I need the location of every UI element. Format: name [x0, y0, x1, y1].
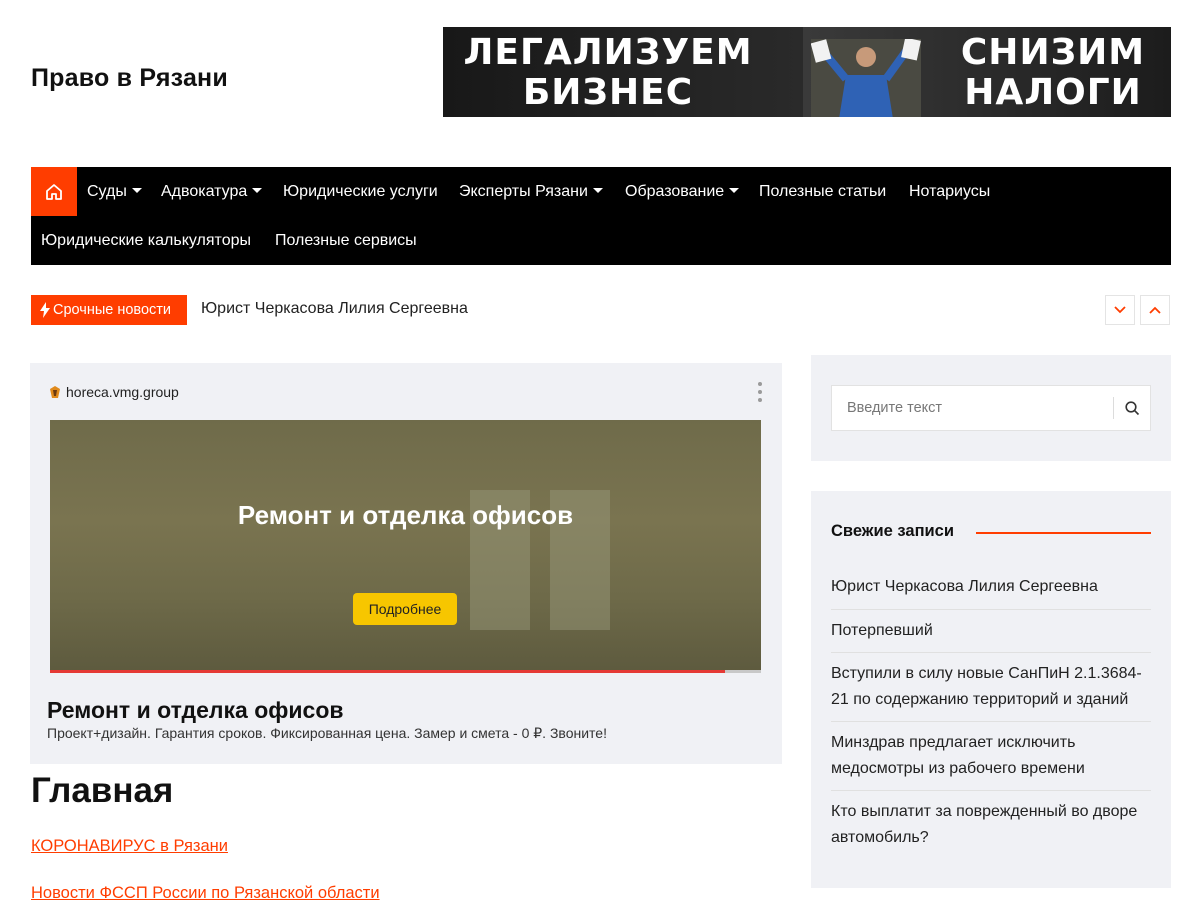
banner-person-image: [811, 39, 921, 117]
nav-item-services[interactable]: Полезные сервисы: [275, 216, 417, 265]
recent-post-item[interactable]: Потерпевший: [831, 610, 1151, 653]
ticker-next-button[interactable]: [1105, 295, 1135, 325]
ad-banner[interactable]: ЛЕГАЛИЗУЕМ БИЗНЕС СНИЗИМ НАЛОГИ: [443, 27, 1171, 117]
chevron-down-icon: [729, 188, 740, 193]
ad-image-heading: Ремонт и отделка офисов: [237, 500, 574, 530]
banner-right-text: СНИЗИМ НАЛОГИ: [960, 32, 1146, 113]
advertiser-logo-icon: [50, 386, 60, 398]
recent-post-item[interactable]: Вступили в силу новые СанПиН 2.1.3684-21…: [831, 653, 1151, 722]
nav-item-useful-articles[interactable]: Полезные статьи: [759, 167, 886, 216]
chevron-down-icon: [252, 188, 263, 193]
main-navigation: Суды Адвокатура Юридические услуги Экспе…: [31, 167, 1171, 265]
search-input[interactable]: [832, 386, 1112, 430]
home-icon: [46, 183, 62, 200]
search-button[interactable]: [1114, 386, 1151, 430]
chevron-down-icon: [592, 188, 603, 193]
nav-item-education[interactable]: Образование: [625, 167, 740, 216]
recent-posts-widget: Свежие записи Юрист Черкасова Лилия Серг…: [811, 491, 1171, 888]
nav-item-calculators[interactable]: Юридические калькуляторы: [41, 216, 251, 265]
chevron-up-icon: [1149, 306, 1161, 314]
recent-post-item[interactable]: Минздрав предлагает исключить медосмотры…: [831, 722, 1151, 791]
link-coronavirus[interactable]: КОРОНАВИРУС в Рязани: [31, 837, 228, 856]
lightning-icon: [40, 302, 50, 318]
nav-item-legal-services[interactable]: Юридические услуги: [283, 167, 438, 216]
recent-post-item[interactable]: Юрист Черкасова Лилия Сергеевна: [831, 566, 1151, 610]
ad-progress-fill: [50, 670, 726, 673]
chevron-down-icon: [1114, 306, 1126, 314]
recent-post-item[interactable]: Кто выплатит за поврежденный во дворе ав…: [831, 791, 1151, 859]
ticker-prev-button[interactable]: [1140, 295, 1170, 325]
search-icon: [1125, 400, 1140, 415]
nav-home-button[interactable]: [31, 167, 77, 216]
ad-more-options-icon[interactable]: [758, 382, 764, 406]
breaking-news-label: Срочные новости: [31, 295, 187, 325]
banner-left-text: ЛЕГАЛИЗУЕМ БИЗНЕС: [463, 32, 753, 113]
site-title[interactable]: Право в Рязани: [31, 64, 228, 93]
title-underline: [976, 532, 1151, 534]
search-box: [831, 385, 1151, 431]
ad-image[interactable]: Ремонт и отделка офисов Подробнее: [50, 420, 761, 673]
ad-headline[interactable]: Ремонт и отделка офисов: [47, 697, 344, 724]
breaking-news-item[interactable]: Юрист Черкасова Лилия Сергеевна: [201, 300, 468, 318]
ad-domain[interactable]: horeca.vmg.group: [48, 384, 179, 400]
search-widget: [811, 355, 1171, 461]
link-fssp-news[interactable]: Новости ФССП России по Рязанской области: [31, 884, 380, 900]
ad-progress-bar: [50, 670, 761, 673]
nav-item-sudy[interactable]: Суды: [87, 167, 142, 216]
recent-posts-title: Свежие записи: [831, 522, 954, 540]
nav-item-notaries[interactable]: Нотариусы: [909, 167, 990, 216]
chevron-down-icon: [131, 188, 142, 193]
ad-block[interactable]: horeca.vmg.group Ремонт и отделка офисов…: [30, 363, 782, 764]
nav-item-experts[interactable]: Эксперты Рязани: [459, 167, 603, 216]
nav-item-advokatura[interactable]: Адвокатура: [161, 167, 263, 216]
ad-more-button[interactable]: Подробнее: [353, 593, 457, 625]
page-title: Главная: [31, 771, 174, 810]
ad-description: Проект+дизайн. Гарантия сроков. Фиксиров…: [47, 725, 607, 741]
recent-posts-list: Юрист Черкасова Лилия Сергеевна Потерпев…: [831, 566, 1151, 859]
